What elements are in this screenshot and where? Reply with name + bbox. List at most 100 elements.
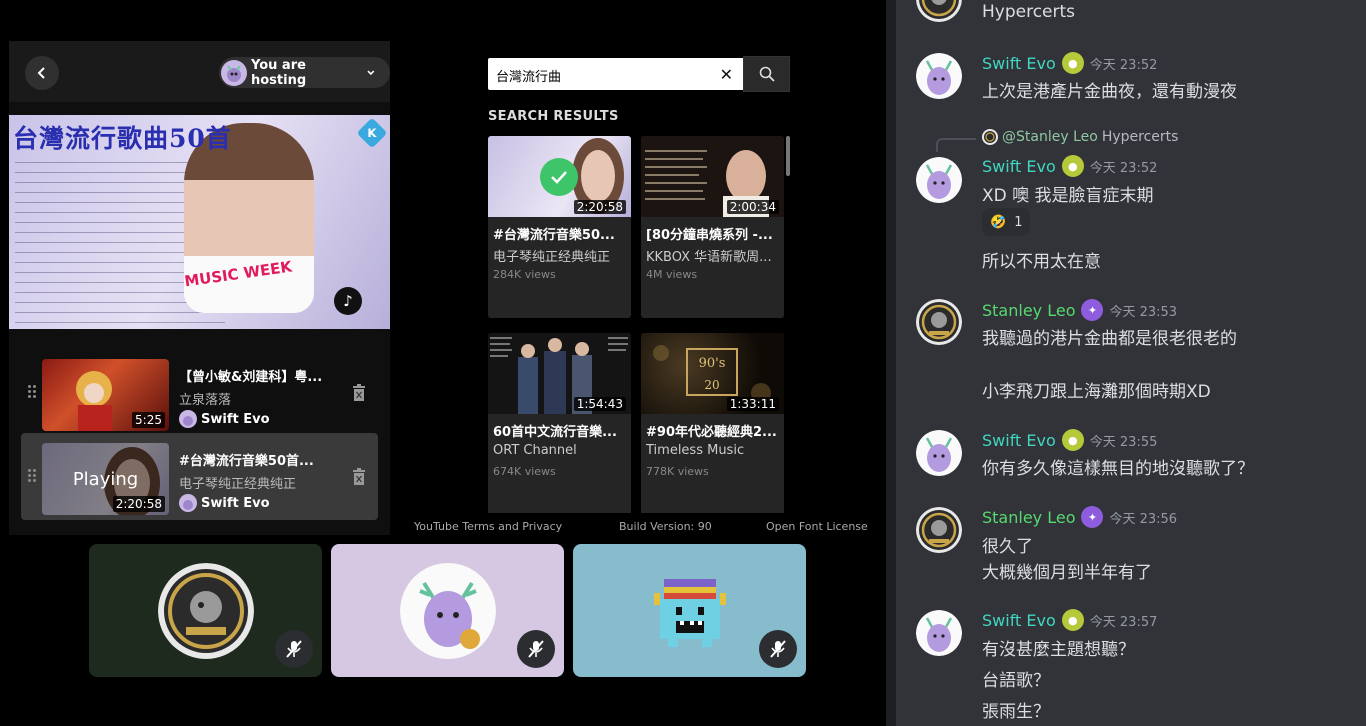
results-scrollbar[interactable]	[786, 136, 790, 176]
message-text: 小李飛刀跟上海灘那個時期XD	[982, 382, 1211, 402]
message-text: Hypercerts	[982, 2, 1076, 22]
license-link[interactable]: Open Font License	[766, 520, 868, 533]
timestamp: 今天 23:56	[1109, 511, 1178, 527]
trash-icon[interactable]	[352, 384, 366, 401]
reply-connector	[936, 138, 976, 152]
avatar-swift[interactable]	[916, 157, 962, 203]
message-text: 我聽過的港片金曲都是很老很老的	[982, 329, 1237, 349]
pixel-monster-avatar	[642, 563, 738, 659]
search-button[interactable]	[743, 56, 790, 92]
voice-tile-swift[interactable]	[331, 544, 564, 677]
reaction-count: 1	[1014, 214, 1023, 230]
queue-item[interactable]: 5:25 【曾小敏&刘建科】粤... 立泉落落 Swift Evo	[21, 349, 378, 436]
divider	[886, 0, 896, 726]
voice-tile-stanley[interactable]	[89, 544, 322, 677]
trash-icon[interactable]	[352, 468, 366, 485]
reaction-button[interactable]: 🤣 1	[982, 208, 1031, 236]
svg-text:90's: 90's	[699, 356, 726, 371]
result-card[interactable]: 2:00:34 [80分鐘串燒系列 -... KKBOX 华语新歌周... 4M…	[641, 136, 784, 318]
queue-thumbnail: Playing 2:20:58	[42, 443, 169, 515]
clear-icon[interactable]: ✕	[720, 65, 733, 84]
message-text: 有沒甚麼主題想聽？	[982, 640, 1135, 660]
timestamp: 今天 23:53	[1109, 304, 1178, 320]
chevron-down-icon	[367, 70, 375, 75]
drag-handle-icon[interactable]	[27, 384, 37, 400]
reply-mention[interactable]: @Stanley Leo	[1002, 129, 1098, 145]
lemon-badge-icon: ●	[1061, 609, 1084, 631]
timestamp: 今天 23:57	[1089, 614, 1158, 630]
result-card[interactable]: 2:20:58 #台灣流行音樂50... 电子琴纯正经典纯正 284K view…	[488, 136, 631, 318]
reply-avatar-icon	[982, 129, 998, 145]
result-thumbnail: 2:20:58	[488, 136, 631, 217]
avatar-stanley[interactable]	[916, 0, 962, 22]
result-views: 674K views	[493, 465, 556, 478]
result-channel: ORT Channel	[493, 443, 577, 458]
message-header: Stanley Leo ✦ 今天 23:56	[982, 506, 1177, 528]
result-thumbnail: 90's 20 1:33:11	[641, 333, 784, 414]
avatar-swift[interactable]	[916, 610, 962, 656]
result-channel: 电子琴纯正经典纯正	[493, 250, 611, 265]
username[interactable]: Swift Evo	[982, 54, 1056, 73]
search-icon	[759, 66, 775, 82]
message-header: Swift Evo ● 今天 23:52	[982, 52, 1157, 74]
username[interactable]: Swift Evo	[982, 611, 1056, 630]
voice-tile-user3[interactable]	[573, 544, 806, 677]
purple-badge-icon: ✦	[1081, 506, 1104, 528]
message-header: Swift Evo ● 今天 23:57	[982, 609, 1157, 631]
purple-badge-icon: ✦	[1081, 299, 1104, 321]
build-version: Build Version: 90	[619, 520, 712, 533]
username[interactable]: Stanley Leo	[982, 508, 1075, 527]
username[interactable]: Stanley Leo	[982, 301, 1075, 320]
svg-text:20: 20	[704, 378, 719, 392]
queue-added-by: Swift Evo	[179, 410, 270, 428]
back-button[interactable]	[25, 56, 59, 90]
queue-item-playing[interactable]: Playing 2:20:58 #台灣流行音樂50首... 电子琴纯正经典纯正 …	[21, 433, 378, 520]
avatar	[179, 494, 197, 512]
avatar-swift[interactable]	[916, 53, 962, 99]
result-title: #台灣流行音樂50...	[493, 228, 615, 243]
search-value: 台灣流行曲	[496, 70, 562, 85]
message-header: Stanley Leo ✦ 今天 23:53	[982, 299, 1177, 321]
watch-together-activity: You are hosting 台灣流行歌曲50首 K MUSIC WEEK ♪…	[0, 0, 886, 726]
hosting-button[interactable]: You are hosting	[219, 57, 390, 88]
duration-label: 1:33:11	[726, 397, 779, 411]
result-title: #90年代必聽經典2...	[646, 425, 777, 440]
avatar-swift[interactable]	[916, 430, 962, 476]
queue-channel: 立泉落落	[179, 393, 232, 408]
video-overlay-title: 台灣流行歌曲50首	[13, 124, 232, 153]
timestamp: 今天 23:52	[1089, 160, 1158, 176]
avatar	[400, 563, 496, 659]
message-header: Swift Evo ● 今天 23:55	[982, 429, 1157, 451]
terms-link[interactable]: YouTube Terms and Privacy	[414, 520, 562, 533]
search-results-heading: SEARCH RESULTS	[488, 109, 619, 124]
duration-label: 2:20:58	[573, 200, 626, 214]
queue-channel: 电子琴纯正经典纯正	[179, 477, 297, 492]
chevron-left-icon	[37, 67, 45, 79]
avatar-stanley[interactable]	[916, 507, 962, 553]
duration-label: 5:25	[132, 412, 165, 428]
avatar-stanley[interactable]	[916, 299, 962, 345]
result-channel: KKBOX 华语新歌周...	[646, 250, 772, 265]
result-card[interactable]: 90's 20 1:33:11 #90年代必聽經典2... Timeless Mu…	[641, 333, 784, 513]
player-topbar: You are hosting	[9, 41, 390, 102]
reply-snippet: Hypercerts	[1101, 129, 1179, 145]
username[interactable]: Swift Evo	[982, 431, 1056, 450]
duration-label: 2:00:34	[726, 200, 779, 214]
username[interactable]: Swift Evo	[982, 157, 1056, 176]
result-card[interactable]: 1:54:43 60首中文流行音樂... ORT Channel 674K vi…	[488, 333, 631, 513]
drag-handle-icon[interactable]	[27, 468, 37, 484]
search-input[interactable]: 台灣流行曲 ✕	[488, 58, 743, 90]
muted-mic-icon	[759, 630, 797, 668]
reply-reference[interactable]: @Stanley Leo Hypercerts	[982, 129, 1178, 145]
message-text: XD 噢 我是臉盲症末期	[982, 186, 1154, 206]
hosting-label: You are hosting	[251, 57, 307, 88]
rofl-emoji-icon: 🤣	[990, 214, 1007, 230]
timestamp: 今天 23:55	[1089, 434, 1158, 450]
message-text: 所以不用太在意	[982, 252, 1101, 272]
tiktok-icon: ♪	[334, 287, 362, 315]
video-player[interactable]: 台灣流行歌曲50首 K MUSIC WEEK ♪	[9, 115, 390, 329]
muted-mic-icon	[275, 630, 313, 668]
kkbox-logo-icon: K	[356, 117, 388, 149]
message-text: 大概幾個月到半年有了	[982, 563, 1152, 583]
message-text: 很久了	[982, 537, 1033, 557]
